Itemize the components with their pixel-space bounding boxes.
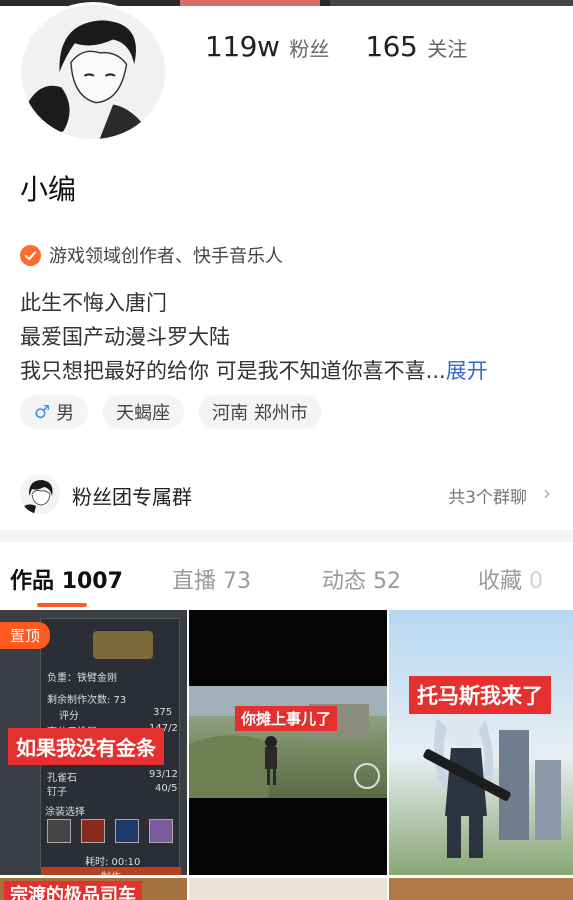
cover-slot	[149, 819, 173, 843]
certification-row: 游戏领域创作者、快手音乐人	[20, 242, 283, 268]
bio-line: 此生不悔入唐门	[20, 291, 167, 315]
cover-text: 40/5	[155, 783, 178, 794]
profile-stats: 119w 粉丝 165 关注	[205, 30, 503, 63]
cover-caption: 宗渡的极品司车	[4, 881, 142, 900]
tab-works[interactable]: 作品 1007	[10, 563, 123, 595]
followers-stat[interactable]: 119w 粉丝	[205, 30, 329, 63]
cover-text: 制作	[101, 868, 121, 875]
tab-count: 1007	[61, 569, 123, 594]
gender-tag: ♂ 男	[20, 395, 89, 429]
fan-group-entry[interactable]: 粉丝团专属群 共3个群聊 ›	[0, 470, 573, 518]
tab-moments[interactable]: 动态 52	[322, 563, 401, 595]
cover-text: 375	[153, 707, 173, 718]
zodiac-tag: 天蝎座	[102, 395, 185, 429]
followers-count: 119w	[205, 30, 280, 63]
works-grid: 负重：铁臂金刚 剩余制作次数: 73 评分 375 高分子涂层 147/2 孔雀…	[0, 610, 573, 900]
bio-line: 最爱国产动漫斗罗大陆	[20, 325, 230, 349]
fan-group-count: 共3个群聊	[448, 488, 527, 508]
work-item[interactable]	[389, 878, 573, 900]
active-tab-indicator	[37, 603, 87, 607]
cover-caption: 你摊上事儿了	[235, 706, 338, 731]
section-divider	[0, 530, 573, 542]
work-item[interactable]: 宗渡的极品司车	[0, 878, 187, 900]
bio-line-truncated: 我只想把最好的给你 可是我不知道你喜不喜...展开	[20, 354, 488, 388]
cover-slot	[81, 819, 105, 843]
certification-text: 游戏领域创作者、快手音乐人	[49, 246, 283, 267]
gender-text: 男	[56, 403, 75, 424]
tab-label: 动态	[322, 569, 367, 594]
cover-slot	[47, 819, 71, 843]
profile-bio: 此生不悔入唐门 最爱国产动漫斗罗大陆 我只想把最好的给你 可是我不知道你喜不喜.…	[20, 286, 488, 388]
tab-count: 0	[529, 569, 544, 594]
fan-group-avatar	[20, 474, 60, 514]
work-item[interactable]: 托马斯我来了	[389, 610, 573, 875]
cover-weapon-chip	[93, 631, 153, 659]
profile-avatar[interactable]	[18, 2, 168, 142]
cover-text: 评分	[59, 711, 79, 722]
cover-text: 孔雀石	[47, 773, 77, 784]
tab-label: 收藏	[478, 569, 523, 594]
following-stat[interactable]: 165 关注	[365, 30, 467, 63]
followers-label: 粉丝	[289, 37, 330, 61]
profile-tags: ♂ 男 天蝎座 河南 郑州市	[20, 395, 336, 429]
bio-line-text: 我只想把最好的给你 可是我不知道你喜不喜...	[20, 359, 446, 383]
content-tabs: 作品 1007 直播 73 动态 52 收藏 0	[0, 545, 573, 607]
cover-text: 耗时: 00:10	[85, 857, 141, 868]
chevron-right-icon: ›	[543, 481, 551, 505]
cover-caption: 如果我没有金条	[8, 728, 164, 765]
following-label: 关注	[427, 37, 468, 61]
profile-name: 小编	[20, 173, 77, 206]
cover-slot	[115, 819, 139, 843]
tab-favorites[interactable]: 收藏 0	[478, 563, 543, 595]
cover-text: 剩余制作次数: 73	[47, 695, 127, 706]
following-count: 165	[365, 30, 418, 63]
cover-text: 钉子	[47, 787, 67, 798]
work-item[interactable]: 负重：铁臂金刚 剩余制作次数: 73 评分 375 高分子涂层 147/2 孔雀…	[0, 610, 187, 875]
cover-text: 93/12	[149, 769, 178, 780]
cover-segment	[330, 0, 573, 6]
cover-segment	[180, 0, 320, 6]
cover-caption: 托马斯我来了	[409, 676, 551, 714]
tab-label: 作品	[10, 569, 55, 594]
avatar-illustration	[21, 5, 165, 139]
cover-character-scene	[389, 610, 573, 875]
male-icon: ♂	[34, 401, 51, 423]
cover-game-scene	[189, 686, 387, 798]
work-item[interactable]	[189, 878, 387, 900]
tab-count: 52	[373, 569, 402, 594]
fan-group-title: 粉丝团专属群	[72, 485, 192, 509]
tab-count: 73	[223, 569, 252, 594]
location-tag: 河南 郑州市	[198, 395, 322, 429]
tab-label: 直播	[172, 569, 217, 594]
work-item[interactable]: 你摊上事儿了	[189, 610, 387, 875]
bio-expand-link[interactable]: 展开	[446, 359, 488, 383]
tab-live[interactable]: 直播 73	[172, 563, 251, 595]
cover-text: 负重：铁臂金刚	[47, 673, 117, 684]
cover-text: 涂装选择	[45, 807, 85, 818]
check-badge-icon	[20, 244, 41, 266]
pinned-badge: 置顶	[0, 622, 51, 649]
